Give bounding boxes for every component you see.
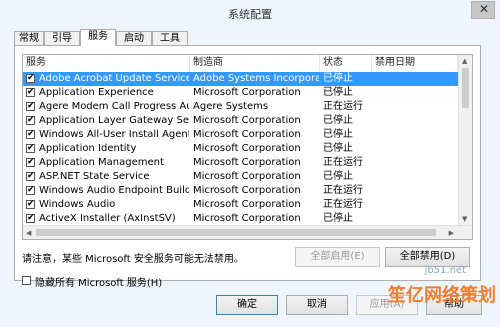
service-row[interactable]: ✔ Windows Audio Microsoft Corporation 正在运行 <box>23 198 458 212</box>
service-status: 已停止 <box>323 129 353 140</box>
service-status: 已停止 <box>323 213 353 224</box>
watermark-url: jb51.net <box>424 265 466 276</box>
enable-all-button[interactable]: 全部启用(E) <box>295 247 380 267</box>
service-checkbox[interactable]: ✔ <box>26 172 35 181</box>
service-checkbox[interactable]: ✔ <box>26 214 35 223</box>
service-manufacturer: Microsoft Corporation <box>193 87 301 98</box>
window-title: 系统配置 <box>228 8 272 21</box>
title-bar: 系统配置 ✕ <box>0 0 500 24</box>
service-name: ActiveX Installer (AxInstSV) <box>39 213 176 224</box>
service-row[interactable]: ✔ ASP.NET State Service Microsoft Corporat… <box>23 170 458 184</box>
service-checkbox[interactable]: ✔ <box>26 116 35 125</box>
service-status: 正在运行 <box>323 101 363 112</box>
service-row[interactable]: ✔ Application Identity Microsoft Corporati… <box>23 142 458 156</box>
vertical-scroll-thumb[interactable] <box>462 68 469 108</box>
service-row[interactable]: ✔ ActiveX Installer (AxInstSV) Microsoft C… <box>23 212 458 226</box>
service-name: Agere Modem Call Progress Aud... <box>39 101 189 112</box>
tab-boot[interactable]: 引导 <box>44 31 80 45</box>
service-manufacturer: Microsoft Corporation <box>193 185 301 196</box>
service-status: 正在运行 <box>323 199 363 210</box>
service-status: 正在运行 <box>323 157 363 168</box>
service-checkbox[interactable]: ✔ <box>26 144 35 153</box>
service-name: ASP.NET State Service <box>39 171 150 182</box>
tab-startup[interactable]: 启动 <box>116 31 152 45</box>
service-checkbox[interactable]: ✔ <box>26 158 35 167</box>
column-header-status[interactable]: 状态 <box>320 55 372 72</box>
watermark-logo: 笙亿网络策划 <box>388 285 496 306</box>
service-manufacturer: Adobe Systems Incorporat... <box>193 73 319 84</box>
tab-tools[interactable]: 工具 <box>152 31 188 45</box>
scroll-left-icon[interactable]: ◀ <box>26 229 31 237</box>
service-row[interactable]: ✔ Agere Modem Call Progress Aud... Agere S… <box>23 100 458 114</box>
horizontal-scrollbar[interactable]: ◀ ▶ <box>23 225 472 239</box>
scroll-down-icon[interactable]: ▼ <box>462 215 467 223</box>
service-name: Application Identity <box>39 143 137 154</box>
hide-microsoft-services-label: 隐藏所有 Microsoft 服务(H) <box>35 278 163 289</box>
service-status: 已停止 <box>323 87 353 98</box>
service-manufacturer: Microsoft Corporation <box>193 143 301 154</box>
service-manufacturer: Microsoft Corporation <box>193 129 301 140</box>
column-header-disable-date[interactable]: 禁用日期 <box>372 55 458 72</box>
service-status: 已停止 <box>323 143 353 154</box>
column-header-manufacturer[interactable]: 制造商 <box>190 55 320 72</box>
column-header-service[interactable]: 服务 <box>23 55 190 72</box>
service-manufacturer: Microsoft Corporation <box>193 171 301 182</box>
horizontal-scroll-thumb[interactable] <box>36 229 436 236</box>
service-checkbox[interactable]: ✔ <box>26 74 35 83</box>
service-checkbox[interactable]: ✔ <box>26 130 35 139</box>
close-button[interactable]: ✕ <box>471 1 495 19</box>
service-manufacturer: Agere Systems <box>193 101 269 112</box>
security-note: 请注意，某些 Microsoft 安全服务可能无法禁用。 <box>22 254 244 265</box>
vertical-scrollbar[interactable]: ▲ ▼ <box>458 55 472 225</box>
service-name: Application Management <box>39 157 164 168</box>
services-list[interactable]: 服务 制造商 状态 禁用日期 ✔ Adobe Acrobat Update Ser… <box>22 54 473 240</box>
service-manufacturer: Microsoft Corporation <box>193 115 301 126</box>
service-manufacturer: Microsoft Corporation <box>193 213 301 224</box>
service-checkbox[interactable]: ✔ <box>26 186 35 195</box>
service-status: 正在运行 <box>323 185 363 196</box>
service-checkbox[interactable]: ✔ <box>26 102 35 111</box>
service-row[interactable]: ✔ Application Layer Gateway Service Micros… <box>23 114 458 128</box>
service-status: 已停止 <box>323 73 353 84</box>
service-checkbox[interactable]: ✔ <box>26 200 35 209</box>
hide-microsoft-checkbox-box[interactable] <box>22 276 31 285</box>
service-name: Windows All-User Install Agent <box>39 129 189 140</box>
tab-services[interactable]: 服务 <box>80 29 116 46</box>
disable-all-button[interactable]: 全部禁用(D) <box>385 247 470 267</box>
service-status: 已停止 <box>323 171 353 182</box>
service-manufacturer: Microsoft Corporation <box>193 199 301 210</box>
close-icon: ✕ <box>479 2 490 16</box>
tab-general[interactable]: 常规 <box>14 31 44 45</box>
service-row[interactable]: ✔ Windows All-User Install Agent Microsoft… <box>23 128 458 142</box>
service-status: 已停止 <box>323 115 353 126</box>
cancel-button[interactable]: 取消 <box>286 295 348 315</box>
service-name: Adobe Acrobat Update Service <box>39 73 189 84</box>
service-row[interactable]: ✔ Application Experience Microsoft Corpora… <box>23 86 458 100</box>
ok-button[interactable]: 确定 <box>216 295 278 315</box>
service-manufacturer: Microsoft Corporation <box>193 157 301 168</box>
service-name: Application Experience <box>39 87 154 98</box>
service-name: Application Layer Gateway Service <box>39 115 189 126</box>
service-name: Windows Audio <box>39 199 116 210</box>
service-checkbox[interactable]: ✔ <box>26 88 35 97</box>
scroll-right-icon[interactable]: ▶ <box>449 229 454 237</box>
service-row[interactable]: ✔ Windows Audio Endpoint Builder Microsoft… <box>23 184 458 198</box>
scroll-up-icon[interactable]: ▲ <box>462 57 467 65</box>
service-name: Windows Audio Endpoint Builder <box>39 185 189 196</box>
service-row[interactable]: ✔ Adobe Acrobat Update Service Adobe Syste… <box>23 72 458 86</box>
service-row[interactable]: ✔ Application Management Microsoft Corpora… <box>23 156 458 170</box>
